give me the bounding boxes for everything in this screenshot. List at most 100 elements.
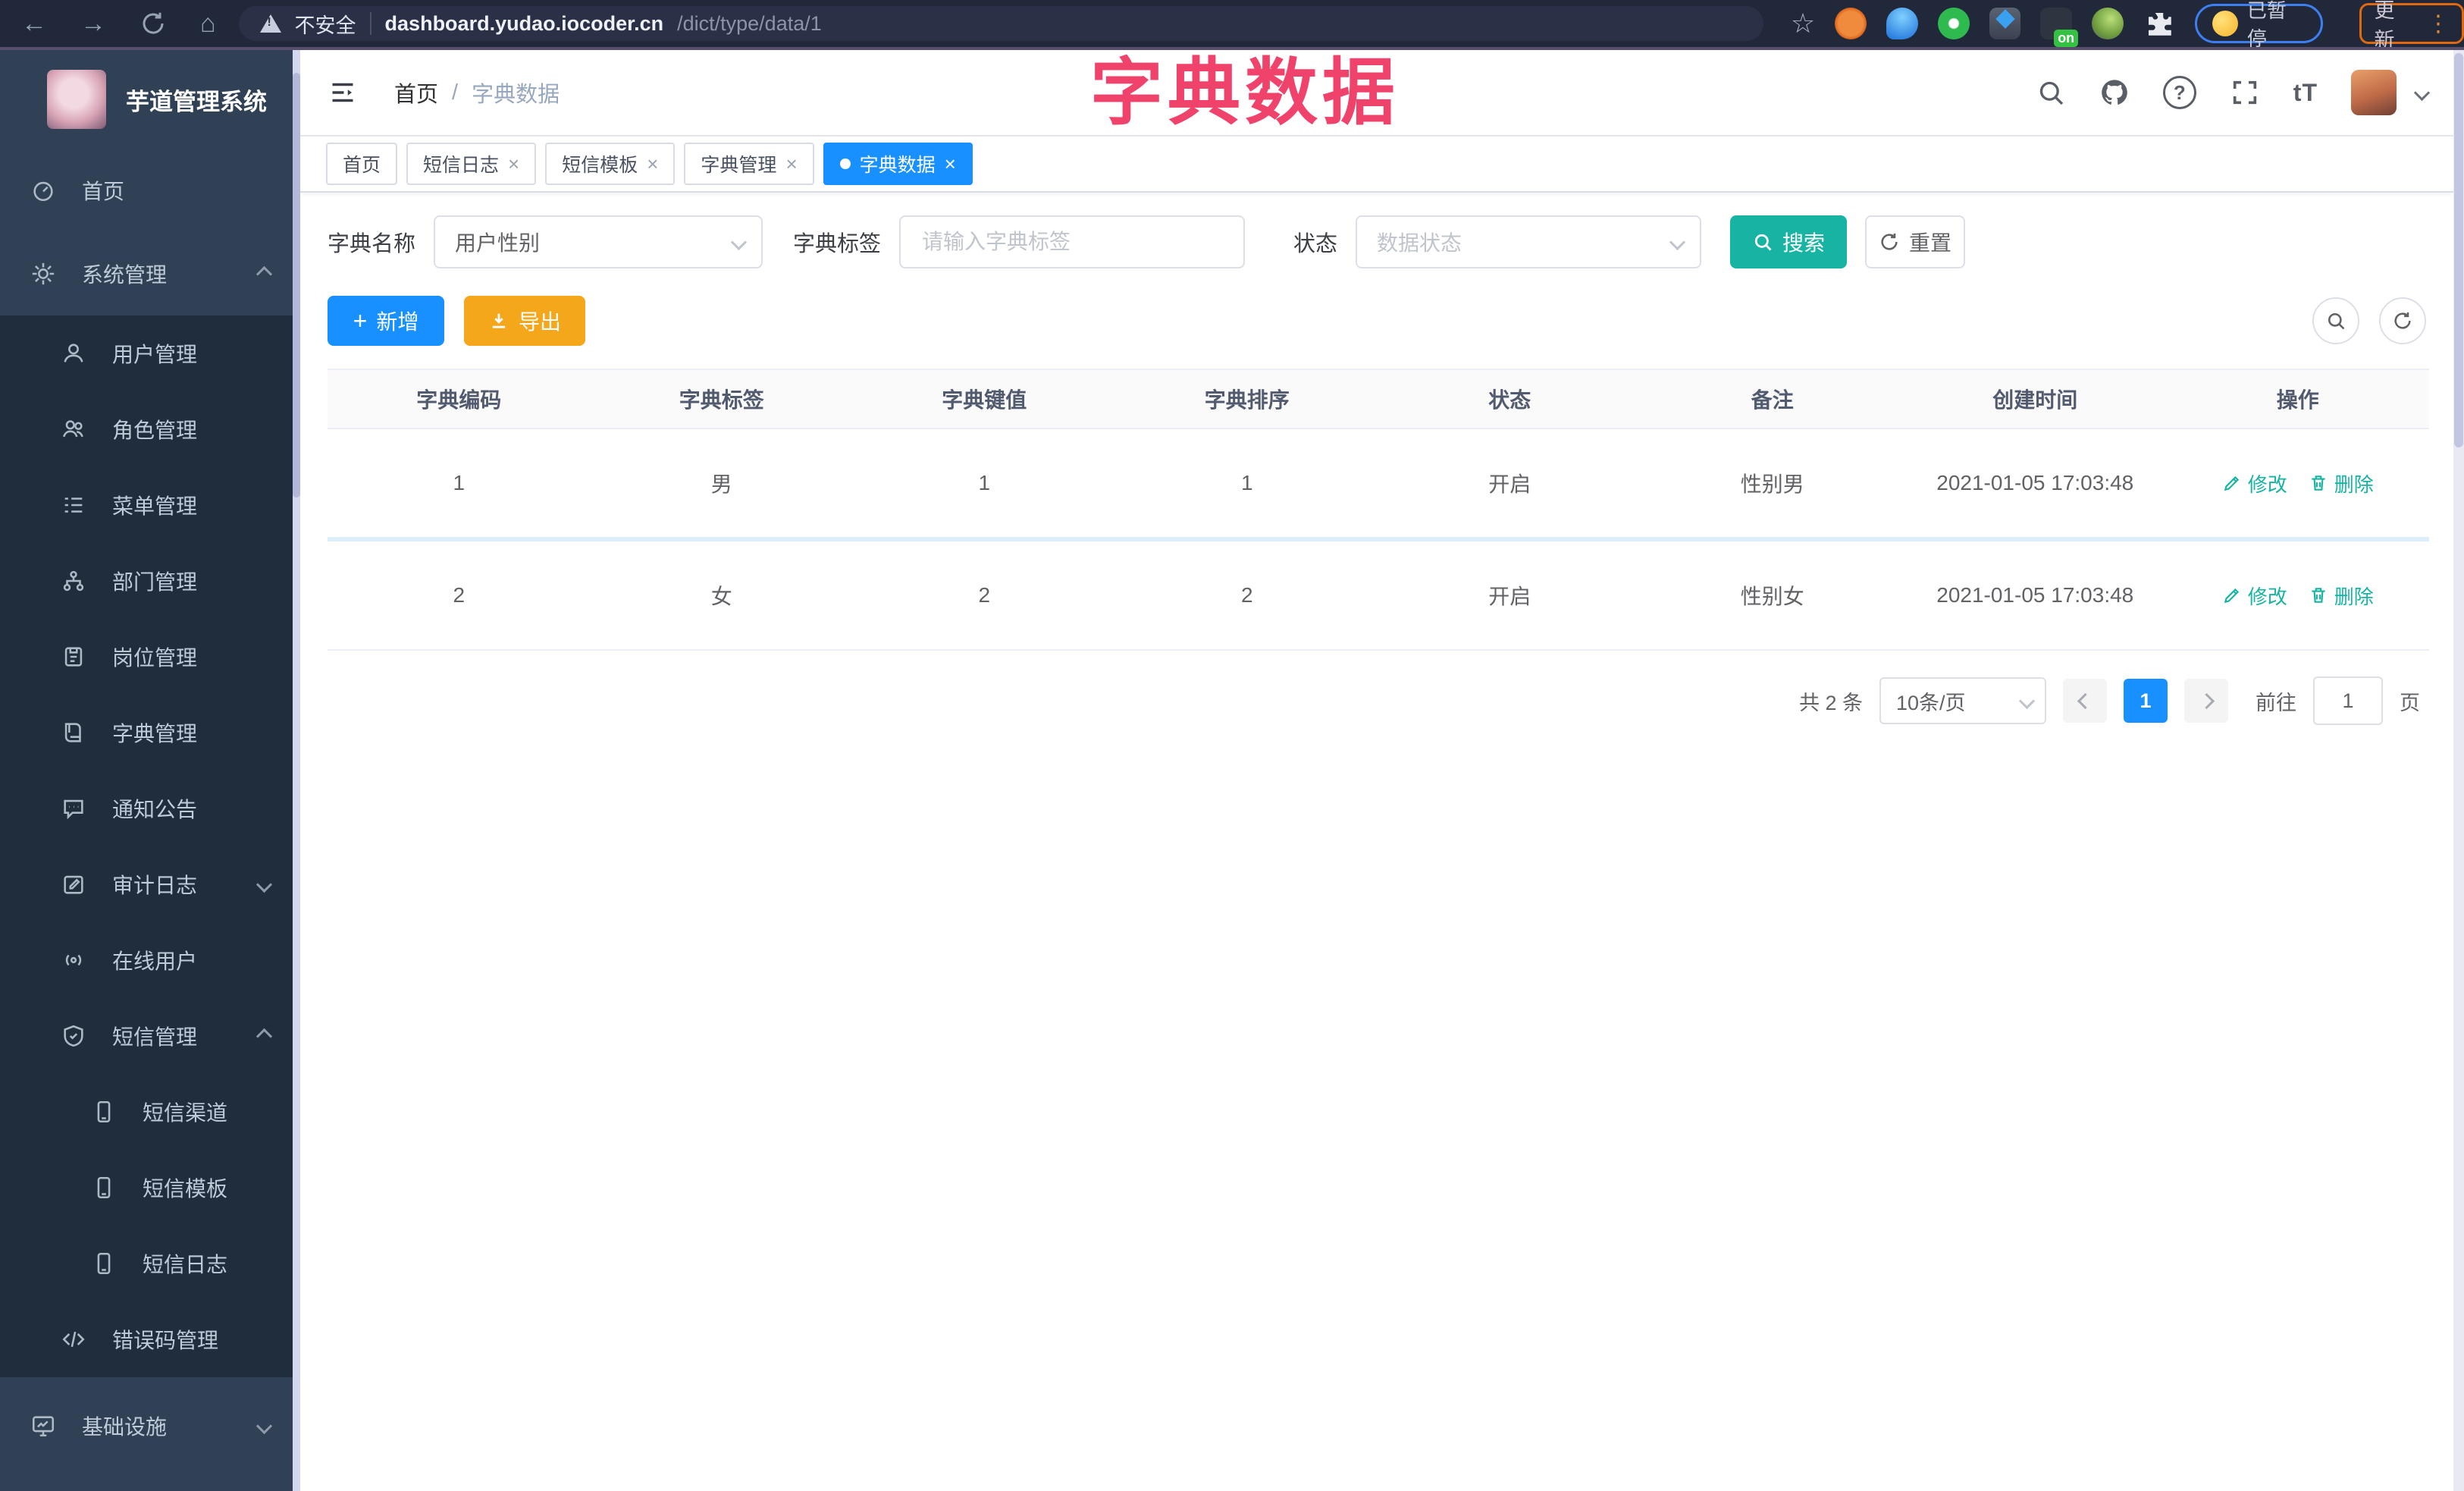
browser-home-icon[interactable]: ⌂	[200, 11, 216, 36]
breadcrumb-home[interactable]: 首页	[394, 77, 438, 108]
extension-icon[interactable]	[2092, 8, 2124, 39]
app-logo[interactable]: 芋道管理系统	[0, 50, 300, 149]
search-form: 字典名称 用户性别 字典标签 状态 数据状态 搜索	[328, 215, 2453, 268]
edit-button[interactable]: 修改	[2222, 469, 2287, 498]
refresh-table-button[interactable]	[2379, 297, 2426, 344]
dict-name-select[interactable]: 用户性别	[434, 215, 763, 268]
search-button-label: 搜索	[1782, 231, 1826, 255]
browser-forward-icon[interactable]: →	[80, 11, 106, 36]
sidebar-item-label: 错误码管理	[112, 1329, 219, 1352]
table-row[interactable]: 1 男 1 1 开启 性别男 2021-01-05 17:03:48 修改 删除	[328, 428, 2429, 541]
delete-button[interactable]: 删除	[2309, 469, 2374, 498]
download-icon	[488, 310, 509, 331]
status-select[interactable]: 数据状态	[1356, 215, 1702, 268]
dict-data-table: 字典编码 字典标签 字典键值 字典排序 状态 备注 创建时间 操作 1 男 1 …	[328, 369, 2429, 651]
sidebar-item-users[interactable]: 用户管理	[0, 315, 300, 391]
extension-icon[interactable]	[1989, 8, 2021, 39]
sidebar-item-label: 短信渠道	[143, 1101, 228, 1125]
tab-label: 短信日志	[423, 155, 500, 176]
sidebar-item-roles[interactable]: 角色管理	[0, 391, 300, 467]
sidebar-item-sms-template[interactable]: 短信模板	[0, 1150, 300, 1226]
next-page-button[interactable]	[2184, 679, 2228, 723]
sidebar-item-label: 通知公告	[112, 798, 198, 821]
sidebar-item-label: 系统管理	[82, 263, 168, 287]
close-icon[interactable]: ×	[508, 152, 519, 176]
tab-dict-data[interactable]: 字典数据 ×	[823, 143, 973, 185]
cell-remark: 性别男	[1641, 428, 1904, 541]
sidebar-item-departments[interactable]: 部门管理	[0, 543, 300, 619]
window-scrollbar[interactable]	[2453, 50, 2464, 1491]
extension-icon[interactable]	[1886, 8, 1918, 39]
close-icon[interactable]: ×	[647, 152, 658, 176]
profile-paused-pill[interactable]: 已暂停	[2195, 0, 2324, 50]
sidebar-item-label: 用户管理	[112, 343, 198, 366]
close-icon[interactable]: ×	[945, 152, 956, 176]
sidebar-item-infrastructure[interactable]: 基础设施	[0, 1377, 300, 1474]
browser-menu-icon[interactable]: ⋮	[2427, 11, 2450, 37]
page-size-select[interactable]: 10条/页	[1879, 677, 2046, 724]
table-row[interactable]: 2 女 2 2 开启 性别女 2021-01-05 17:03:48 修改 删除	[328, 539, 2429, 651]
chevron-down-icon	[2018, 692, 2036, 709]
sidebar-scrollbar[interactable]	[293, 50, 300, 1491]
badge-icon	[61, 644, 86, 670]
extensions-puzzle-icon[interactable]	[2143, 8, 2175, 39]
fullscreen-icon[interactable]	[2230, 77, 2260, 108]
browser-update-button[interactable]: 更新 ⋮	[2359, 0, 2464, 52]
sidebar-item-sms[interactable]: 短信管理	[0, 998, 300, 1074]
sidebar-item-online-users[interactable]: 在线用户	[0, 922, 300, 998]
close-icon[interactable]: ×	[785, 152, 797, 176]
book-icon	[61, 720, 86, 746]
toggle-search-button[interactable]	[2312, 297, 2359, 344]
extension-icon[interactable]: on	[2040, 8, 2079, 47]
bookmark-star-icon[interactable]: ☆	[1791, 8, 1815, 39]
help-icon[interactable]: ?	[2162, 76, 2196, 109]
tab-home[interactable]: 首页	[326, 143, 398, 185]
sidebar-item-notice[interactable]: 通知公告	[0, 771, 300, 846]
prev-page-button[interactable]	[2063, 679, 2107, 723]
sidebar-item-sms-channel[interactable]: 短信渠道	[0, 1074, 300, 1150]
overlay-annotation-title: 字典数据	[1090, 52, 1400, 133]
sidebar-item-audit-log[interactable]: 审计日志	[0, 846, 300, 922]
extension-icon[interactable]	[1835, 8, 1867, 39]
tab-sms-template[interactable]: 短信模板 ×	[545, 143, 676, 185]
chevron-down-icon[interactable]	[2413, 84, 2431, 101]
browser-reload-icon[interactable]	[140, 10, 167, 37]
sidebar-item-home[interactable]: 首页	[0, 149, 300, 232]
chevron-up-icon	[255, 265, 273, 282]
avatar[interactable]	[2351, 70, 2397, 115]
sidebar-item-label: 部门管理	[112, 570, 198, 594]
chevron-down-icon	[255, 1417, 273, 1434]
paused-label: 已暂停	[2246, 0, 2287, 50]
reset-button[interactable]: 重置	[1865, 215, 1966, 268]
tab-dict-manage[interactable]: 字典管理 ×	[684, 143, 814, 185]
delete-label: 删除	[2334, 472, 2374, 496]
sidebar-item-menus[interactable]: 菜单管理	[0, 467, 300, 543]
header-search-icon[interactable]	[2036, 77, 2066, 108]
delete-button[interactable]: 删除	[2309, 582, 2374, 610]
sidebar-toggle-icon[interactable]	[326, 79, 359, 106]
sidebar-item-dict[interactable]: 字典管理	[0, 695, 300, 771]
export-button[interactable]: 导出	[464, 296, 585, 346]
chevron-down-icon	[730, 234, 748, 250]
extension-icon[interactable]	[1937, 8, 1970, 39]
tab-sms-log[interactable]: 短信日志 ×	[406, 143, 537, 185]
add-button[interactable]: + 新增	[328, 296, 444, 346]
sidebar-item-system[interactable]: 系统管理	[0, 232, 300, 315]
sidebar-item-error-codes[interactable]: 错误码管理	[0, 1301, 300, 1377]
col-header: 备注	[1641, 369, 1904, 429]
address-bar[interactable]: 不安全 dashboard.yudao.iocoder.cn /dict/typ…	[238, 6, 1763, 41]
font-size-icon[interactable]: tT	[2293, 79, 2318, 107]
sidebar-item-sms-log[interactable]: 短信日志	[0, 1226, 300, 1301]
goto-page-input[interactable]	[2313, 676, 2383, 725]
edit-button[interactable]: 修改	[2222, 582, 2287, 610]
search-button[interactable]: 搜索	[1730, 215, 1848, 268]
page-number-active[interactable]: 1	[2124, 679, 2168, 723]
dict-label-input[interactable]	[920, 229, 1224, 255]
github-icon[interactable]	[2099, 77, 2130, 108]
sidebar-item-posts[interactable]: 岗位管理	[0, 619, 300, 695]
cell-sort: 1	[1115, 428, 1378, 541]
col-header: 字典键值	[853, 369, 1116, 429]
browser-back-icon[interactable]: ←	[21, 11, 47, 36]
cell-status: 开启	[1378, 539, 1641, 651]
col-header: 字典编码	[328, 369, 591, 429]
